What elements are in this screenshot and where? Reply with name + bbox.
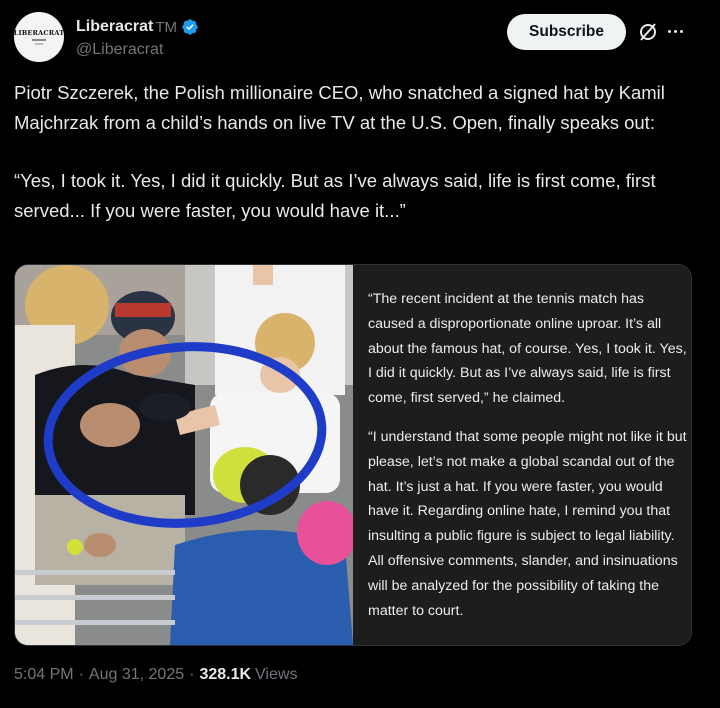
quote-paragraph-2: “I understand that some people might not…: [368, 429, 687, 619]
more-icon[interactable]: [668, 30, 683, 33]
tweet-meta: 5:04 PM · Aug 31, 2025 · 328.1K Views: [14, 666, 297, 684]
avatar[interactable]: LIBERACRAT: [14, 12, 64, 62]
grok-icon[interactable]: [638, 22, 658, 42]
verified-badge-icon[interactable]: [181, 18, 199, 36]
separator: ·: [189, 666, 195, 683]
quote-panel: “The recent incident at the tennis match…: [353, 265, 691, 645]
views-label: Views: [255, 666, 298, 683]
media-attachment[interactable]: “The recent incident at the tennis match…: [14, 264, 692, 646]
tweet-paragraph: Piotr Szczerek, the Polish millionaire C…: [14, 82, 665, 133]
subscribe-button[interactable]: Subscribe: [507, 14, 626, 50]
tweet-text: Piotr Szczerek, the Polish millionaire C…: [14, 78, 704, 225]
tweet-quote-paragraph: “Yes, I took it. Yes, I did it quickly. …: [14, 170, 656, 221]
quote-paragraph-1: “The recent incident at the tennis match…: [368, 291, 687, 407]
trademark-label: TM: [155, 18, 178, 36]
author-handle[interactable]: @Liberacrat: [76, 41, 163, 59]
separator: ·: [78, 666, 84, 683]
author-display-name[interactable]: Liberacrat: [76, 18, 153, 36]
tweet-date[interactable]: Aug 31, 2025: [89, 666, 184, 684]
author-name-row: Liberacrat TM: [76, 16, 199, 38]
event-photo[interactable]: [15, 265, 353, 645]
views-count: 328.1K: [199, 666, 252, 683]
tweet-time[interactable]: 5:04 PM: [14, 666, 74, 684]
avatar-logo-text: LIBERACRAT: [14, 29, 64, 37]
